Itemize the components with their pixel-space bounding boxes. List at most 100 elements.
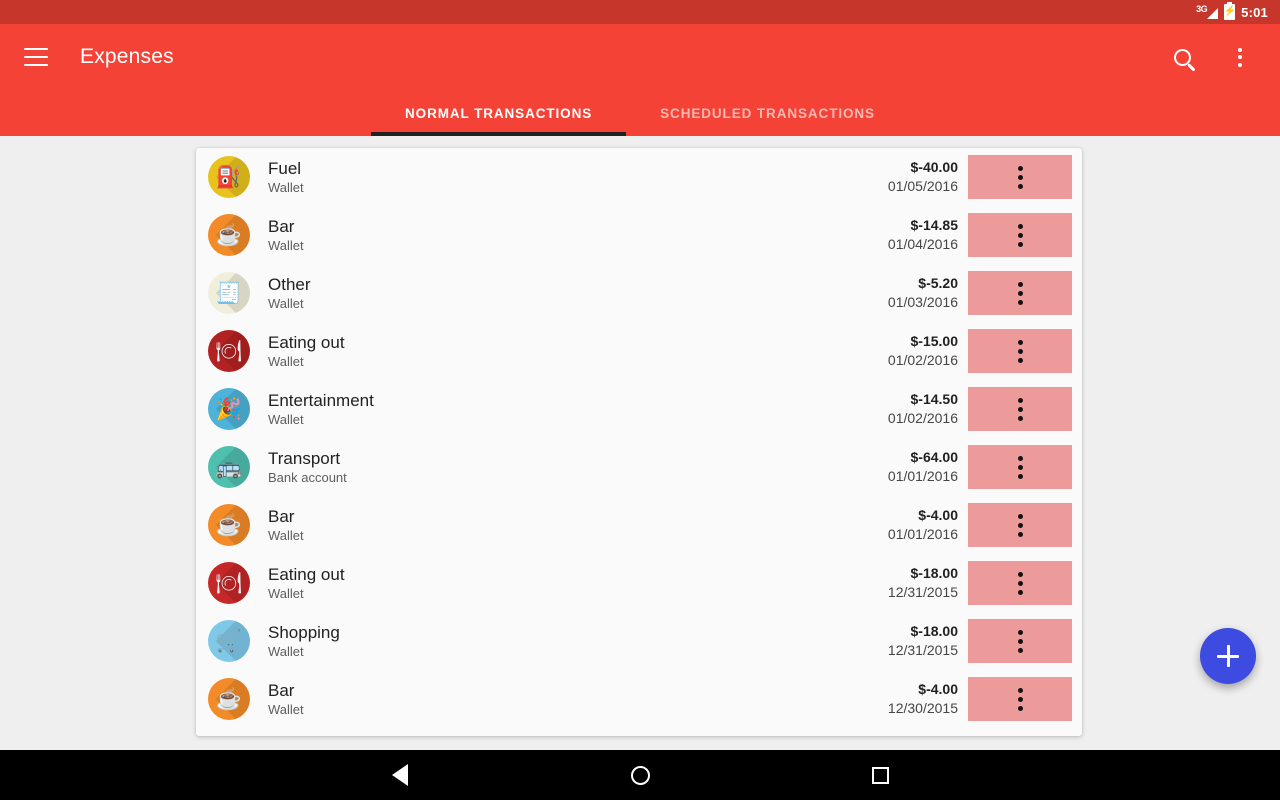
transaction-category: Shopping: [268, 622, 340, 642]
row-overflow-icon: [1017, 570, 1023, 597]
search-button[interactable]: [1160, 35, 1204, 79]
kebab-dot: [1238, 62, 1242, 67]
transaction-account: Wallet: [268, 179, 304, 195]
transaction-amount-block: $-18.00 12/31/2015: [888, 622, 958, 660]
nav-back-button[interactable]: [375, 750, 425, 800]
transaction-row[interactable]: ☕ Bar Wallet $-4.00 12/30/2015: [196, 670, 1082, 728]
transaction-category: Fuel: [268, 158, 302, 178]
hamburger-bar: [24, 64, 48, 66]
category-glyph: ⛽: [215, 165, 243, 189]
transaction-account: Wallet: [268, 643, 304, 659]
transaction-account: Wallet: [268, 295, 304, 311]
nav-back-icon: [392, 764, 408, 786]
transaction-account: Wallet: [268, 585, 304, 601]
kebab-dot: [1017, 174, 1023, 180]
hamburger-menu-icon[interactable]: [24, 48, 48, 66]
transaction-date: 01/01/2016: [887, 468, 958, 484]
transaction-labels: Bar Wallet: [268, 681, 888, 718]
transaction-amount-block: $-4.00 12/30/2015: [888, 680, 958, 718]
page-title: Expenses: [80, 45, 174, 68]
tab-normal-transactions[interactable]: NORMAL TRANSACTIONS: [371, 90, 627, 136]
transaction-category: Transport: [268, 448, 341, 468]
overflow-menu-icon: [1238, 47, 1242, 67]
transaction-row[interactable]: 🛒 Shopping Wallet $-18.00 12/31/2015: [196, 612, 1082, 670]
transaction-row[interactable]: 🍽 Eating out Wallet $-15.00 01/02/2016: [196, 322, 1082, 380]
transaction-overflow-button[interactable]: [968, 561, 1072, 605]
transaction-amount-block: $-4.00 01/01/2016: [888, 506, 958, 544]
transaction-overflow-button[interactable]: [968, 503, 1072, 547]
transaction-amount: $-14.85: [910, 217, 958, 233]
kebab-dot: [1017, 406, 1023, 412]
transaction-amount-block: $-5.20 01/03/2016: [888, 274, 958, 312]
transaction-amount: $-64.00: [910, 449, 958, 465]
transaction-overflow-button[interactable]: [968, 271, 1072, 315]
transaction-labels: Eating out Wallet: [268, 565, 888, 602]
transaction-row[interactable]: 🧾 Other Wallet $-5.20 01/03/2016: [196, 264, 1082, 322]
transaction-date: 01/02/2016: [887, 410, 958, 426]
transactions-list[interactable]: ⛽ Fuel Wallet $-40.00 01/05/2016 ☕ Bar Wallet $-…: [196, 148, 1082, 736]
coffee-cup-icon: ☕: [208, 214, 250, 256]
coffee-cup-icon: ☕: [208, 504, 250, 546]
transaction-overflow-button[interactable]: [968, 387, 1072, 431]
transaction-account: Wallet: [268, 527, 304, 543]
transaction-overflow-button[interactable]: [968, 619, 1072, 663]
dinner-plate-icon: 🍽: [208, 330, 250, 372]
kebab-dot: [1017, 281, 1023, 287]
kebab-dot: [1017, 629, 1023, 635]
signal-bars-icon: 3G: [1196, 4, 1219, 20]
transaction-overflow-button[interactable]: [968, 677, 1072, 721]
kebab-dot: [1017, 531, 1023, 537]
dinner-plate-icon: 🍽: [208, 562, 250, 604]
shopping-cart-icon: 🛒: [208, 620, 250, 662]
row-overflow-icon: [1017, 454, 1023, 481]
row-overflow-icon: [1017, 628, 1023, 655]
kebab-dot: [1017, 589, 1023, 595]
kebab-dot: [1238, 55, 1242, 59]
transaction-date: 01/03/2016: [887, 294, 958, 310]
transaction-row[interactable]: ⛽ Fuel Wallet $-40.00 01/05/2016: [196, 148, 1082, 206]
transaction-row[interactable]: ☕ Bar Wallet $-14.85 01/04/2016: [196, 206, 1082, 264]
category-glyph: 🍽: [215, 571, 243, 595]
transaction-amount-block: $-40.00 01/05/2016: [888, 158, 958, 196]
status-bar: 3G ⚡ 5:01: [0, 0, 1280, 24]
row-overflow-icon: [1017, 338, 1023, 365]
nav-home-button[interactable]: [615, 750, 665, 800]
transaction-account: Wallet: [268, 353, 304, 369]
kebab-dot: [1238, 47, 1242, 52]
transaction-row[interactable]: ☕ Bar Wallet $-4.00 01/01/2016: [196, 496, 1082, 554]
transaction-amount: $-5.20: [918, 275, 958, 291]
kebab-dot: [1017, 415, 1023, 421]
transaction-amount: $-18.00: [910, 565, 958, 581]
kebab-dot: [1017, 513, 1023, 519]
transaction-amount-block: $-15.00 01/02/2016: [888, 332, 958, 370]
kebab-dot: [1017, 571, 1023, 577]
transaction-labels: Bar Wallet: [268, 507, 888, 544]
category-glyph: 🚌: [215, 455, 243, 479]
kebab-dot: [1017, 455, 1023, 461]
transaction-amount: $-14.50: [910, 391, 958, 407]
kebab-dot: [1017, 397, 1023, 403]
add-plus-icon: [1217, 645, 1239, 667]
category-glyph: 🛒: [215, 629, 243, 653]
transaction-overflow-button[interactable]: [968, 445, 1072, 489]
transaction-row[interactable]: 🚌 Transport Bank account $-64.00 01/01/2016: [196, 438, 1082, 496]
transaction-row[interactable]: 🎉 Entertainment Wallet $-14.50 01/02/2016: [196, 380, 1082, 438]
transaction-overflow-button[interactable]: [968, 329, 1072, 373]
category-glyph: ☕: [215, 223, 243, 247]
transaction-category: Bar: [268, 506, 295, 526]
app-bar: Expenses NORMAL TRANSACTIONS SCHEDULED T…: [0, 24, 1280, 136]
tab-scheduled-transactions[interactable]: SCHEDULED TRANSACTIONS: [626, 90, 909, 136]
transaction-date: 12/31/2015: [887, 584, 958, 600]
add-transaction-fab[interactable]: [1200, 628, 1256, 684]
overflow-menu-button[interactable]: [1218, 35, 1262, 79]
kebab-dot: [1017, 232, 1023, 238]
transaction-overflow-button[interactable]: [968, 155, 1072, 199]
transaction-category: Bar: [268, 680, 295, 700]
transaction-row[interactable]: 🍽 Eating out Wallet $-18.00 12/31/2015: [196, 554, 1082, 612]
row-overflow-icon: [1017, 512, 1023, 539]
nav-recents-button[interactable]: [855, 750, 905, 800]
transaction-account: Wallet: [268, 411, 304, 427]
transaction-overflow-button[interactable]: [968, 213, 1072, 257]
transaction-labels: Transport Bank account: [268, 449, 888, 486]
battery-bolt-glyph: ⚡: [1223, 6, 1236, 17]
